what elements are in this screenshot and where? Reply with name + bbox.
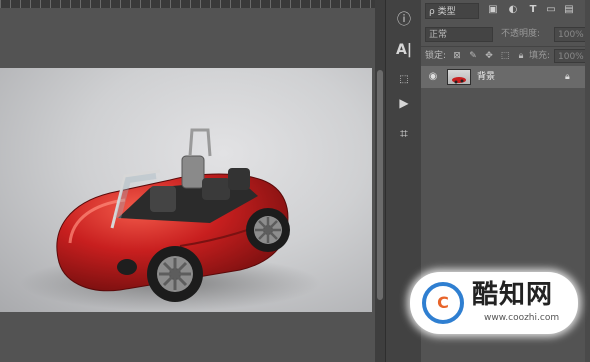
watermark: C 酷知网 www.coozhi.com bbox=[410, 272, 578, 334]
fill-field[interactable]: 100% bbox=[554, 49, 586, 63]
layer-filter-row: ρ 类型 ▣ ◐ T ▭ ▤ bbox=[421, 0, 590, 22]
3d-icon[interactable]: ⬚ bbox=[392, 70, 416, 90]
blend-mode-select[interactable]: 正常 bbox=[425, 27, 493, 42]
lock-pixels-icon[interactable]: ⊠ bbox=[451, 49, 463, 63]
crop-icon[interactable]: ⌗ bbox=[392, 124, 416, 144]
document-image[interactable] bbox=[0, 68, 372, 312]
layer-row-background[interactable]: ◉ 背景 🔒︎ bbox=[421, 66, 585, 88]
type-filter-icon[interactable]: T bbox=[527, 4, 539, 16]
layer-filter-kind-select[interactable]: ρ 类型 bbox=[425, 3, 479, 19]
canvas-vertical-scrollbar-thumb[interactable] bbox=[377, 70, 383, 300]
shape-filter-icon[interactable]: ▭ bbox=[545, 4, 557, 16]
watermark-title: 酷知网 bbox=[472, 280, 554, 310]
document-canvas-area[interactable] bbox=[0, 0, 375, 362]
lock-all-icon[interactable]: 🔒︎ bbox=[515, 49, 527, 63]
lock-label: 锁定: bbox=[425, 51, 447, 61]
play-icon[interactable]: ▶ bbox=[392, 93, 416, 113]
fill-label: 填充: bbox=[529, 51, 551, 61]
eye-icon[interactable]: ◉ bbox=[427, 71, 439, 83]
opacity-field[interactable]: 100% bbox=[554, 27, 586, 42]
lock-artboard-icon[interactable]: ⬚ bbox=[499, 49, 511, 63]
watermark-url: www.coozhi.com bbox=[484, 313, 560, 323]
layer-lock-icon: 🔒︎ bbox=[565, 72, 570, 82]
layers-panel-scrollbar[interactable] bbox=[585, 0, 590, 362]
coozhi-logo: C bbox=[422, 282, 464, 324]
layer-thumbnail bbox=[447, 69, 471, 85]
smart-object-filter-icon[interactable]: ▤ bbox=[563, 4, 575, 16]
adjustment-filter-icon[interactable]: ◐ bbox=[507, 4, 519, 16]
image-filter-icon[interactable]: ▣ bbox=[487, 4, 499, 16]
red-car-illustration bbox=[20, 128, 320, 311]
opacity-label: 不透明度: bbox=[501, 29, 541, 39]
top-ruler[interactable] bbox=[0, 0, 375, 8]
layer-name[interactable]: 背景 bbox=[477, 70, 495, 84]
character-icon[interactable]: A| bbox=[392, 40, 416, 60]
lock-row: 锁定: ⊠ ✎ ✥ ⬚ 🔒︎ 填充: 100% bbox=[421, 46, 590, 65]
lock-paint-icon[interactable]: ✎ bbox=[467, 49, 479, 63]
info-icon[interactable]: ⓘ bbox=[392, 10, 416, 30]
lock-position-icon[interactable]: ✥ bbox=[483, 49, 495, 63]
